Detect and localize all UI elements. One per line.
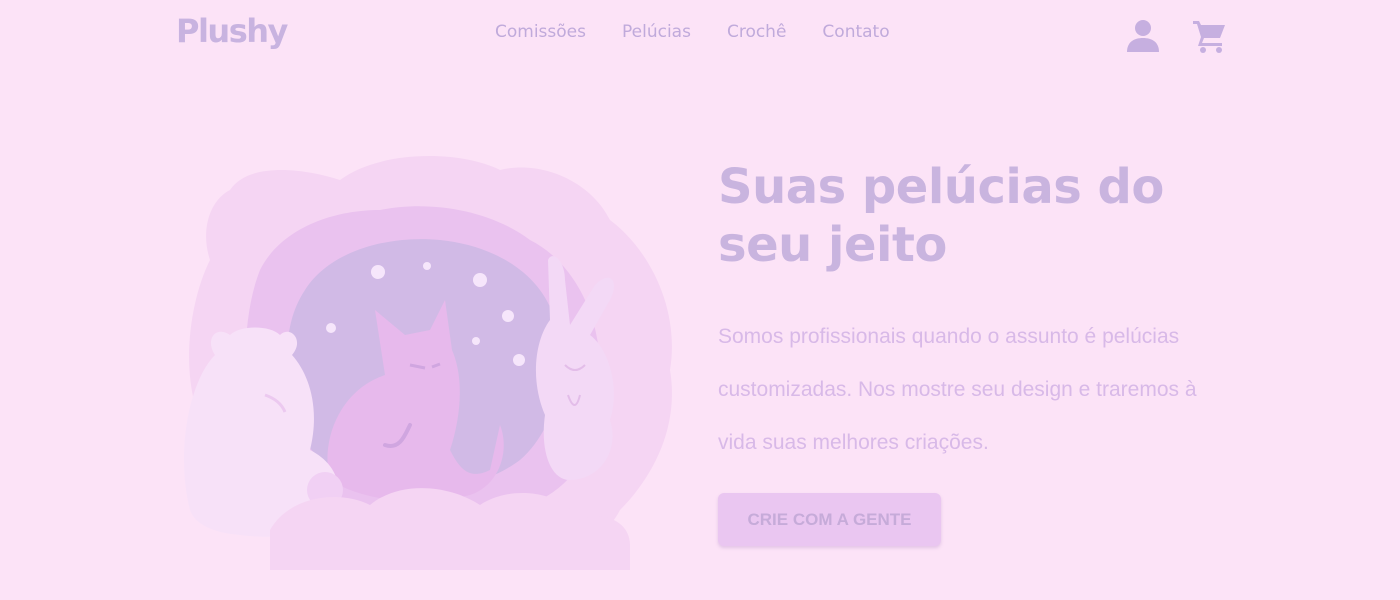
page: Plushy Comissões Pelúcias Crochê Contato <box>0 0 1400 600</box>
hero-title: Suas pelúcias do seu jeito <box>718 159 1164 273</box>
nav-link-comissoes[interactable]: Comissões <box>495 22 586 42</box>
main-nav: Comissões Pelúcias Crochê Contato <box>495 22 926 42</box>
create-with-us-button[interactable]: CRIE COM A GENTE <box>718 493 941 546</box>
user-icon <box>1127 20 1159 52</box>
hero-description: Somos profissionais quando o assunto é p… <box>718 325 1197 454</box>
plush-animals-illustration <box>184 156 672 570</box>
account-button[interactable] <box>1124 16 1162 54</box>
cart-icon <box>1193 21 1225 53</box>
nav-link-croche[interactable]: Crochê <box>727 22 786 42</box>
nav-link-contato[interactable]: Contato <box>822 22 889 42</box>
logo[interactable]: Plushy <box>176 12 288 50</box>
cart-button[interactable] <box>1190 16 1228 54</box>
nav-link-pelucias[interactable]: Pelúcias <box>622 22 691 42</box>
